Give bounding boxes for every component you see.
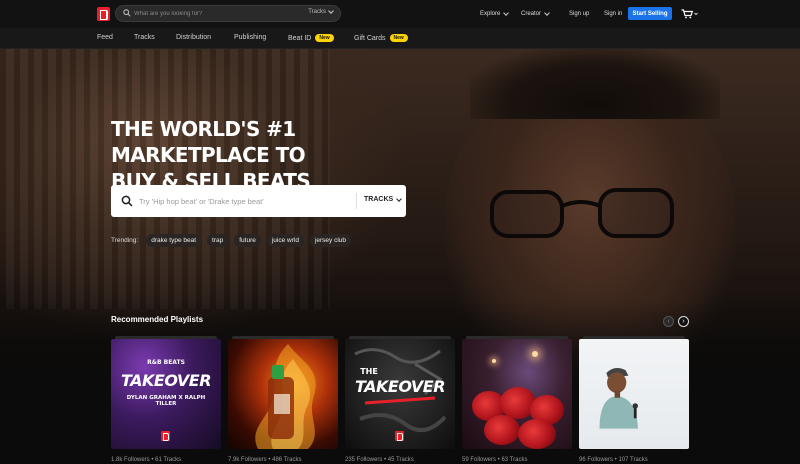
cover-top-text: THE (360, 367, 378, 376)
chevron-down-icon (503, 10, 510, 16)
search-scope-dropdown[interactable]: Tracks (308, 8, 334, 15)
recommended-playlists-title: Recommended Playlists (111, 315, 204, 324)
signup-link[interactable]: Sign up (569, 0, 589, 28)
explore-label: Explore (480, 11, 501, 17)
creator-label: Creator (521, 11, 542, 17)
top-navbar: Tracks Explore Creator Sign up Sign in S… (0, 0, 800, 28)
nav-beat-id[interactable]: Beat ID New (288, 34, 334, 42)
flame-bottle-art (255, 344, 316, 449)
search-type-dropdown[interactable]: TRACKS (364, 195, 403, 203)
playlist-cover[interactable]: R&B BEATS TAKEOVER DYLAN GRAHAM X RALPH … (111, 339, 221, 449)
bokeh-light (532, 351, 538, 357)
cover-sub-text: DYLAN GRAHAM X RALPH TILLER (126, 395, 206, 407)
beatstars-logo-icon (161, 431, 170, 441)
secondary-navbar: Feed Tracks Distribution Publishing Beat… (0, 28, 800, 49)
playlist-card[interactable]: R&B BEATS TAKEOVER DYLAN GRAHAM X RALPH … (111, 336, 221, 464)
nav-tracks[interactable]: Tracks (134, 34, 155, 41)
playlist-meta: 1.8k Followers • 61 Tracks (111, 457, 182, 463)
glasses-shape (490, 188, 674, 238)
hero-background-hair (470, 49, 720, 119)
playlist-meta: 7.9k Followers • 486 Tracks (228, 457, 302, 463)
start-selling-button[interactable]: Start Selling (628, 7, 672, 20)
nav-feed[interactable]: Feed (97, 34, 113, 41)
chevron-down-icon (396, 195, 403, 202)
search-divider (356, 193, 357, 209)
playlist-meta: 59 Followers • 63 Tracks (462, 457, 528, 463)
chevron-right-icon: › (682, 318, 685, 325)
trending-chip[interactable]: future (234, 233, 261, 247)
cover-title-text: TAKEOVER (120, 371, 212, 390)
cart-icon[interactable] (681, 9, 698, 19)
nav-gift-cards[interactable]: Gift Cards New (354, 34, 408, 42)
signup-label: Sign up (569, 11, 590, 17)
signin-link[interactable]: Sign in (604, 0, 622, 28)
nav-gift-cards-label: Gift Cards (354, 35, 386, 42)
playlist-card[interactable]: 96 Followers • 107 Tracks (579, 336, 689, 464)
trending-chip[interactable]: juice wrld (266, 233, 304, 247)
trending-chip[interactable]: jersey club (309, 233, 352, 247)
playlist-cover[interactable] (579, 339, 689, 449)
rose-shape (518, 419, 556, 449)
signin-label: Sign in (604, 11, 623, 17)
global-search-bar[interactable]: Tracks (115, 5, 341, 22)
trending-chip[interactable]: drake type beat (146, 233, 202, 247)
hero-search-bar[interactable]: TRACKS (111, 185, 406, 217)
search-scope-label: Tracks (308, 9, 326, 15)
beatstars-logo-icon[interactable] (97, 7, 110, 21)
new-badge: New (315, 34, 334, 42)
singer-art (599, 368, 638, 429)
global-search-input[interactable] (134, 7, 294, 20)
nav-publishing[interactable]: Publishing (234, 34, 266, 41)
trending-tags: Trending: drake type beat trap future ju… (111, 233, 357, 247)
playlist-card[interactable]: 7.9k Followers • 486 Tracks (228, 336, 338, 464)
chevron-down-icon (544, 10, 550, 16)
playlist-card[interactable]: THE TAKEOVER 235 Followers • 45 Tracks (345, 336, 455, 464)
beatstars-logo-icon (395, 431, 404, 441)
chevron-down-icon (328, 8, 334, 14)
playlist-card[interactable]: 59 Followers • 63 Tracks (462, 336, 572, 464)
hero-headline-line1: THE WORLD'S #1 MARKETPLACE TO (111, 117, 306, 167)
playlist-cover[interactable] (462, 339, 572, 449)
playlist-meta: 96 Followers • 107 Tracks (579, 457, 648, 463)
search-type-label: TRACKS (364, 196, 394, 203)
cover-title-text: TAKEOVER (354, 377, 446, 396)
new-badge: New (389, 34, 408, 42)
bokeh-light (492, 359, 496, 363)
hero-headline: THE WORLD'S #1 MARKETPLACE TO BUY & SELL… (111, 116, 441, 194)
playlist-meta: 235 Followers • 45 Tracks (345, 457, 414, 463)
playlist-cover[interactable] (228, 339, 338, 449)
chevron-left-icon: ‹ (667, 318, 670, 325)
carousel-prev-button[interactable]: ‹ (663, 316, 674, 327)
nav-distribution[interactable]: Distribution (176, 34, 211, 41)
cover-top-text: R&B BEATS (147, 359, 185, 366)
creator-menu[interactable]: Creator (521, 0, 550, 28)
hero-section: THE WORLD'S #1 MARKETPLACE TO BUY & SELL… (0, 49, 800, 464)
carousel-next-button[interactable]: › (678, 316, 689, 327)
trending-label: Trending: (111, 236, 139, 244)
search-icon (121, 195, 133, 207)
nav-beat-id-label: Beat ID (288, 35, 312, 42)
rose-shape (484, 415, 520, 445)
search-icon (123, 9, 131, 17)
explore-menu[interactable]: Explore (480, 0, 510, 28)
playlist-cover[interactable]: THE TAKEOVER (345, 339, 455, 449)
hero-search-input[interactable] (139, 193, 349, 209)
trending-chip[interactable]: trap (207, 233, 229, 247)
